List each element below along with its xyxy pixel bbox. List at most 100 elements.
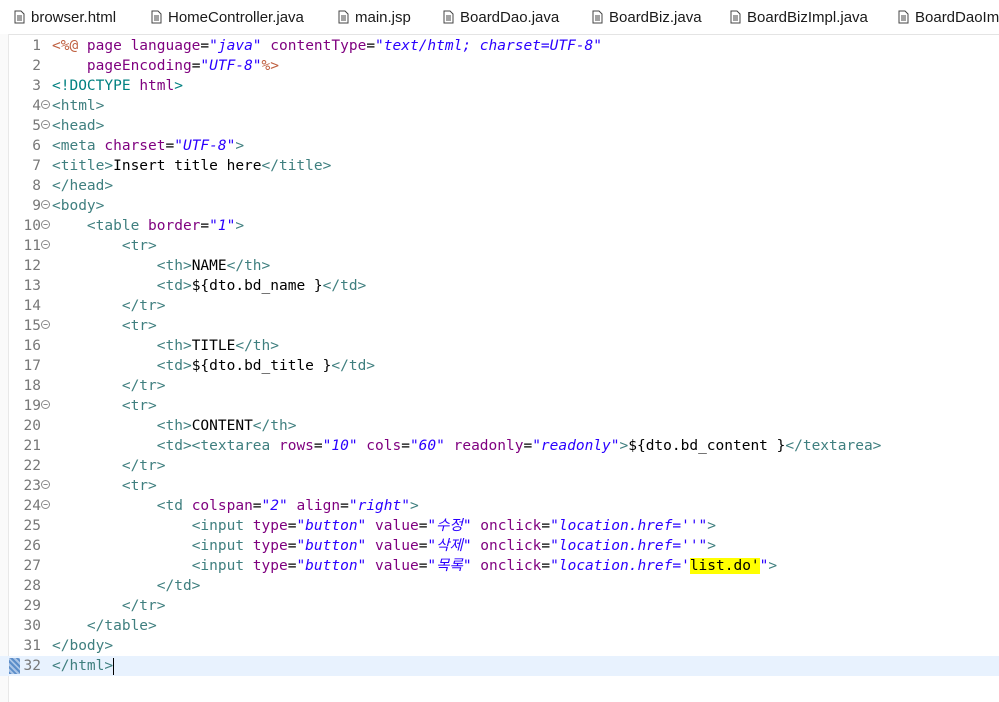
code-text: pageEncoding="UTF-8"%>: [52, 56, 279, 76]
code-token: Insert title here: [113, 158, 262, 174]
code-line[interactable]: 7 <title>Insert title here</title>: [0, 156, 999, 176]
code-line[interactable]: 15 <tr>: [0, 316, 999, 336]
code-line[interactable]: 32 </html>: [0, 656, 999, 676]
fold-toggle-icon[interactable]: [41, 480, 50, 489]
code-line[interactable]: 5 <head>: [0, 116, 999, 136]
code-line[interactable]: 10 <table border="1">: [0, 216, 999, 236]
fold-toggle-icon[interactable]: [41, 320, 50, 329]
fold-toggle-icon[interactable]: [41, 100, 50, 109]
code-line[interactable]: 14 </tr>: [0, 296, 999, 316]
code-line[interactable]: 6 <meta charset="UTF-8">: [0, 136, 999, 156]
code-line[interactable]: 24 <td colspan="2" align="right">: [0, 496, 999, 516]
code-line[interactable]: 17 <td>${dto.bd_title }</td>: [0, 356, 999, 376]
code-line[interactable]: 31 </body>: [0, 636, 999, 656]
code-token: =: [165, 138, 175, 154]
code-token: </table>: [86, 618, 157, 634]
code-line[interactable]: 21 <td><textarea rows="10" cols="60" rea…: [0, 436, 999, 456]
code-token: >: [235, 138, 245, 154]
code-token: onclick: [471, 518, 542, 534]
code-line[interactable]: 26 <input type="button" value="삭제" oncli…: [0, 536, 999, 556]
tab-5[interactable]: BoardBizImpl.java: [730, 0, 868, 34]
code-line[interactable]: 22 </tr>: [0, 456, 999, 476]
line-number: 18: [23, 378, 41, 394]
line-number: 3: [32, 78, 41, 94]
code-editor[interactable]: 1 <%@ page language="java" contentType="t…: [0, 36, 999, 676]
code-token: language: [130, 38, 201, 54]
code-line[interactable]: 29 </tr>: [0, 596, 999, 616]
code-text: <input type="button" value="목록" onclick=…: [52, 556, 777, 576]
code-text: </table>: [52, 616, 157, 636]
code-line[interactable]: 30 </table>: [0, 616, 999, 636]
code-line[interactable]: 9 <body>: [0, 196, 999, 216]
code-token: "location.href=''": [550, 518, 708, 534]
tab-4[interactable]: BoardBiz.java: [592, 0, 702, 34]
code-line[interactable]: 16 <th>TITLE</th>: [0, 336, 999, 356]
code-token: CONTENT: [191, 418, 253, 434]
code-line[interactable]: 28 </td>: [0, 576, 999, 596]
code-token: <td>: [156, 278, 192, 294]
code-token: <th>: [156, 418, 192, 434]
fold-toggle-icon[interactable]: [41, 500, 50, 509]
code-token: <table: [86, 218, 149, 234]
code-line[interactable]: 3 <!DOCTYPE html>: [0, 76, 999, 96]
code-line[interactable]: 20 <th>CONTENT</th>: [0, 416, 999, 436]
code-line[interactable]: 1 <%@ page language="java" contentType="t…: [0, 36, 999, 56]
code-line[interactable]: 27 <input type="button" value="목록" oncli…: [0, 556, 999, 576]
code-text: </td>: [52, 576, 201, 596]
code-line[interactable]: 11 <tr>: [0, 236, 999, 256]
code-line[interactable]: 4 <html>: [0, 96, 999, 116]
code-token: </tr>: [121, 458, 166, 474]
code-line[interactable]: 23 <tr>: [0, 476, 999, 496]
fold-toggle-icon[interactable]: [41, 220, 50, 229]
code-token: "java": [209, 38, 262, 54]
tab-1[interactable]: HomeController.java: [151, 0, 304, 34]
fold-toggle-icon[interactable]: [41, 200, 50, 209]
line-number: 29: [23, 598, 41, 614]
code-token: <input: [191, 518, 253, 534]
fold-toggle-icon[interactable]: [41, 120, 50, 129]
line-number: 24: [23, 498, 41, 514]
code-line[interactable]: 8 </head>: [0, 176, 999, 196]
file-icon: [898, 10, 909, 24]
code-line[interactable]: 13 <td>${dto.bd_name }</td>: [0, 276, 999, 296]
tab-2[interactable]: main.jsp: [338, 0, 411, 34]
code-text: <td>${dto.bd_title }</td>: [52, 356, 375, 376]
line-number: 17: [23, 358, 41, 374]
code-line[interactable]: 12 <th>NAME</th>: [0, 256, 999, 276]
code-token: </tr>: [121, 598, 166, 614]
code-token: "location.href=': [550, 558, 690, 574]
code-token: colspan: [191, 498, 253, 514]
code-token: align: [287, 498, 341, 514]
code-token: "button": [296, 538, 367, 554]
tab-6[interactable]: BoardDaoIm: [898, 0, 999, 34]
line-number: 12: [23, 258, 41, 274]
tab-3[interactable]: BoardDao.java: [443, 0, 559, 34]
code-token: rows: [278, 438, 314, 454]
code-text: <title>Insert title here</title>: [52, 156, 331, 176]
code-token: <title>: [52, 158, 114, 174]
code-line[interactable]: 19 <tr>: [0, 396, 999, 416]
tab-label: HomeController.java: [168, 8, 304, 26]
code-line[interactable]: 25 <input type="button" value="수정" oncli…: [0, 516, 999, 536]
code-text: <meta charset="UTF-8">: [52, 136, 244, 156]
code-token: <tr>: [121, 398, 157, 414]
code-token: "10": [322, 438, 358, 454]
code-line[interactable]: 18 </tr>: [0, 376, 999, 396]
code-token: =: [366, 38, 376, 54]
fold-toggle-icon[interactable]: [41, 400, 50, 409]
fold-toggle-icon[interactable]: [41, 240, 50, 249]
code-line[interactable]: 2 pageEncoding="UTF-8"%>: [0, 56, 999, 76]
tab-0[interactable]: browser.html: [14, 0, 116, 34]
code-token: page: [86, 38, 131, 54]
line-number: 21: [23, 438, 41, 454]
